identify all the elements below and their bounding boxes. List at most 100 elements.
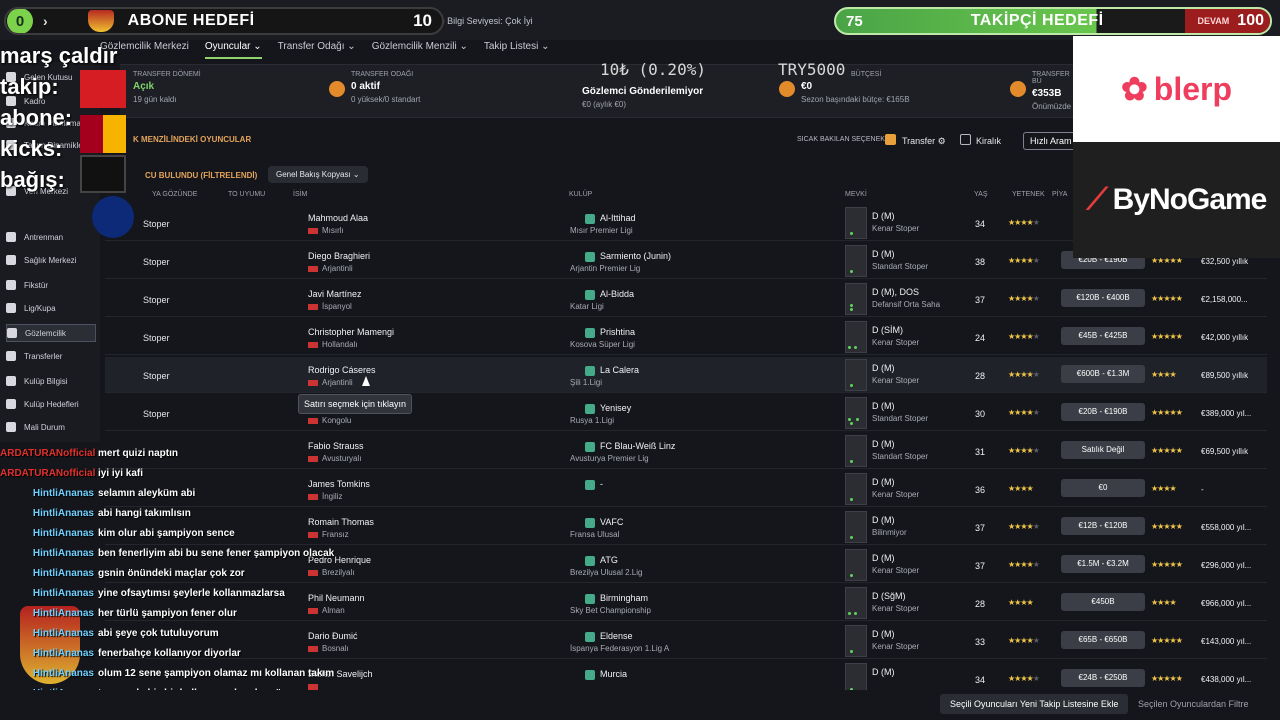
player-name[interactable]: James Tomkins — [308, 479, 370, 489]
quick-search-button[interactable]: Hızlı Aram — [1023, 132, 1079, 150]
player-role-detail: Kenar Stoper — [872, 566, 920, 575]
flag-icon — [308, 569, 318, 576]
player-club[interactable]: Birmingham — [585, 593, 648, 604]
player-age: 30 — [975, 409, 986, 419]
nav-shortlist[interactable]: Takip Listesi ⌄ — [484, 41, 550, 59]
table-row[interactable]: Romain Thomas Fransız VAFC Fransa Ulusal D (… — [105, 509, 1267, 545]
club-badge-icon — [585, 631, 595, 642]
player-name[interactable]: Rodrigo Cáseres — [308, 365, 376, 375]
value-badge: €600B - €1.3M — [1061, 365, 1145, 383]
player-name[interactable]: Phil Neumann — [308, 593, 365, 603]
sidebar-item-fixtures[interactable]: Fikstür — [6, 276, 96, 294]
col-header-age[interactable]: YAŞ — [974, 191, 988, 198]
table-row[interactable]: James Tomkins İngiliz - D (M) Kenar Stoper 36… — [105, 471, 1267, 507]
player-wage: €966,000 yıl... — [1201, 599, 1252, 608]
col-header-value[interactable]: PİYA — [1052, 191, 1067, 198]
club-label: Murcia — [600, 669, 628, 679]
target-icon — [329, 81, 345, 97]
transfer-focus-count: 0 aktif — [351, 81, 380, 92]
empty-stars: ★ — [1032, 636, 1040, 645]
player-name[interactable]: Christopher Mamengi — [308, 327, 394, 337]
nationality-label: Avusturyalı — [322, 454, 362, 463]
filled-stars: ★★★★ — [1008, 408, 1034, 417]
player-club[interactable]: Al-Ittihad — [585, 213, 636, 224]
player-club[interactable]: Eldense — [585, 631, 633, 642]
empty-stars: ★ — [1032, 294, 1040, 303]
player-name[interactable]: Javi Martínez — [308, 289, 362, 299]
sidebar-item-training[interactable]: Antrenman — [6, 228, 96, 246]
ability-stars: ★★★★★ — [1008, 332, 1040, 341]
player-wage: €42,000 yıllık — [1201, 333, 1249, 342]
player-league: Fransa Ulusal — [570, 530, 620, 539]
chat-username: HintliAnanas — [32, 608, 94, 619]
table-row[interactable]: Stoper Kongolu Yenisey Rusya 1.Ligi D (M) Sta… — [105, 395, 1267, 431]
player-role: D (M) — [872, 553, 895, 563]
create-filter-button[interactable]: Seçilen Oyunculardan Filtre Oluştur — [1128, 694, 1280, 720]
nationality-label: Hollandalı — [322, 340, 358, 349]
col-header-position[interactable]: MEVKİ — [845, 191, 867, 198]
player-nationality: Fransız — [308, 530, 349, 539]
col-header-name[interactable]: İSİM — [293, 191, 307, 198]
sidebar-item-finances[interactable]: Mali Durum — [6, 418, 96, 436]
sidebar-item-club-info[interactable]: Kulüp Bilgisi — [6, 372, 96, 390]
player-club[interactable]: Yenisey — [585, 403, 631, 414]
player-club[interactable]: FC Blau-Weiß Linz — [585, 441, 675, 452]
player-age: 34 — [975, 219, 986, 229]
nationality-label: Mısırlı — [322, 226, 344, 235]
table-row[interactable]: Stoper Rodrigo Cáseres Arjantinli La Calera… — [105, 357, 1267, 393]
player-age: 37 — [975, 295, 986, 305]
player-club[interactable]: Sarmiento (Junin) — [585, 251, 671, 262]
chat-text: yine ofsaytımsı şeylerle kollanmazlarsa — [98, 588, 285, 599]
blerp-logo-icon: ✿ — [1120, 71, 1148, 107]
follower-goal-title: TAKİPÇİ HEDEFİ — [970, 12, 1104, 29]
player-name[interactable]: Dario Đumić — [308, 631, 358, 641]
loan-checkbox-label: Kiralık — [976, 136, 1002, 146]
player-club[interactable]: Al-Bidda — [585, 289, 634, 300]
follower-goal-target-box: DEVAM 100 — [1185, 9, 1270, 33]
transfer-checkbox[interactable] — [885, 134, 896, 145]
follower-goal-target: 100 — [1237, 12, 1264, 29]
player-club[interactable]: Prishtina — [585, 327, 635, 338]
sidebar-item-medical[interactable]: Sağlık Merkezi — [6, 251, 96, 269]
table-row[interactable]: Stoper Javi Martínez İspanyol Al-Bidda Katar… — [105, 281, 1267, 317]
col-header-club[interactable]: KULÜP — [569, 191, 592, 198]
player-age: 33 — [975, 637, 986, 647]
sidebar-item-scouting[interactable]: Gözlemcilik — [6, 324, 96, 342]
value-badge: €20B - €190B — [1061, 403, 1145, 421]
value-badge: Satılık Değil — [1061, 441, 1145, 459]
player-age: 37 — [975, 561, 986, 571]
col-header-uyum[interactable]: TO UYUMU — [228, 191, 265, 198]
loan-checkbox[interactable] — [960, 134, 971, 145]
nav-scouting-range[interactable]: Gözlemcilik Menzili ⌄ — [372, 41, 468, 59]
nav-transfer-focus[interactable]: Transfer Odağı ⌄ — [278, 41, 356, 59]
table-row[interactable]: Dario Đumić Bosnalı Eldense İspanya Federas… — [105, 623, 1267, 659]
player-club[interactable]: Murcia — [585, 669, 627, 680]
player-nationality: Kongolu — [308, 416, 351, 425]
sidebar-item-club-goals[interactable]: Kulüp Hedefleri — [6, 395, 96, 413]
nav-players[interactable]: Oyuncular ⌄ — [204, 41, 262, 59]
sidebar-item-label: Fikstür — [24, 280, 48, 290]
ability-stars: ★★★★★ — [1008, 218, 1040, 227]
scout-send-panel[interactable]: Gözlemci Gönderilemiyor €0 (aylık €0) — [582, 83, 703, 109]
player-name[interactable]: Fabio Strauss — [308, 441, 364, 451]
col-header-ability[interactable]: YETENEK — [1012, 191, 1045, 198]
filled-stars: ★★★★ — [1008, 294, 1034, 303]
view-selector[interactable]: Genel Bakış Kopyası ⌄ — [268, 166, 368, 183]
chat-text: ben fenerliyim abi bu sene fener şampiyo… — [98, 548, 335, 559]
player-name[interactable]: Romain Thomas — [308, 517, 374, 527]
player-name[interactable]: Diego Braghieri — [308, 251, 370, 261]
player-club[interactable]: ATG — [585, 555, 618, 566]
transfer-focus-panel[interactable]: TRANSFER ODAĞI 0 aktif 0 yüksek/0 standa… — [329, 71, 420, 104]
player-club[interactable]: - — [585, 479, 603, 490]
table-row[interactable]: Stoper Christopher Mamengi Hollandalı Prish… — [105, 319, 1267, 355]
player-club[interactable]: La Calera — [585, 365, 639, 376]
potential-stars: ★★★★ — [1151, 484, 1177, 493]
player-name[interactable]: Mahmoud Alaa — [308, 213, 368, 223]
sidebar-item-competitions[interactable]: Lig/Kupa — [6, 299, 96, 317]
table-row[interactable]: Fabio Strauss Avusturyalı FC Blau-Weiß Lin… — [105, 433, 1267, 469]
flag-icon — [308, 417, 318, 424]
sidebar-item-transfers[interactable]: Transferler — [6, 347, 96, 365]
add-to-shortlist-button[interactable]: Seçili Oyuncuları Yeni Takip Listesine E… — [940, 694, 1129, 714]
player-club[interactable]: VAFC — [585, 517, 623, 528]
club-badge-icon — [585, 479, 595, 490]
